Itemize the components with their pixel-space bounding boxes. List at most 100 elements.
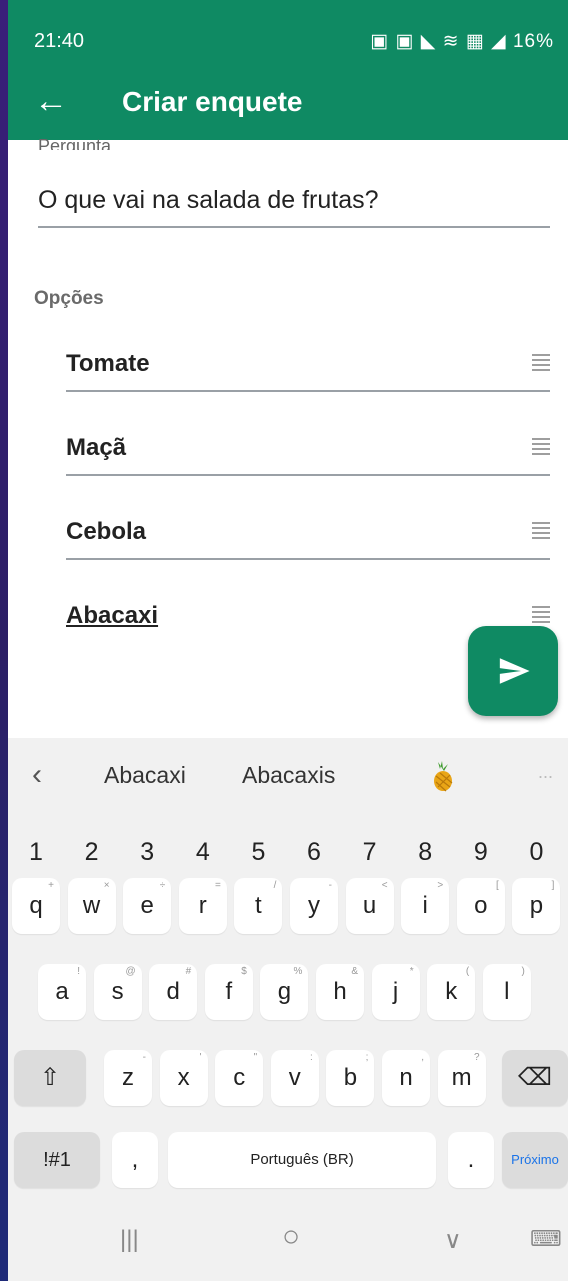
- option-row[interactable]: Cebola: [66, 508, 550, 568]
- letter-key[interactable]: r =: [178, 878, 227, 934]
- question-label: Pergunta: [38, 136, 112, 150]
- option-row[interactable]: Tomate: [66, 340, 550, 400]
- number-key[interactable]: 8: [401, 824, 449, 880]
- suggestion-bar: ‹ Abacaxi Abacaxis ...: [8, 738, 568, 812]
- pineapple-emoji-icon[interactable]: [426, 760, 454, 792]
- option-input[interactable]: Abacaxi: [66, 602, 158, 630]
- letter-key[interactable]: q +: [12, 878, 60, 934]
- letter-key[interactable]: a!: [38, 964, 86, 1020]
- letter-key[interactable]: f $: [204, 964, 253, 1020]
- number-key[interactable]: 5: [234, 824, 282, 880]
- key-hint: /: [273, 880, 277, 891]
- key-hint: <: [381, 880, 388, 891]
- letter-key[interactable]: h &: [316, 964, 364, 1020]
- key-label: f: [225, 978, 233, 1005]
- key-label: b: [343, 1064, 358, 1091]
- suggestion-item[interactable]: Abacaxi: [104, 762, 186, 789]
- options-label: Opções: [34, 288, 104, 309]
- letter-key[interactable]: j *: [371, 964, 420, 1020]
- letter-key[interactable]: z-: [104, 1050, 152, 1106]
- key-label: n: [399, 1064, 413, 1091]
- key-hint: ?: [474, 1052, 480, 1063]
- key-label: 8: [418, 838, 433, 866]
- key-label: w: [82, 892, 101, 919]
- number-key[interactable]: 1: [12, 824, 60, 880]
- key-label: k: [445, 978, 458, 1005]
- option-input[interactable]: Cebola: [66, 518, 146, 546]
- letter-key[interactable]: d #: [149, 964, 198, 1020]
- key-label: h: [333, 978, 347, 1005]
- home-icon[interactable]: ○: [282, 1220, 300, 1254]
- shift-key[interactable]: ⇧: [14, 1050, 86, 1106]
- letter-key[interactable]: e ÷: [123, 878, 172, 934]
- number-key[interactable]: 3: [123, 824, 171, 880]
- letter-key[interactable]: p]: [512, 878, 561, 934]
- key-hint: ×: [103, 880, 110, 891]
- letter-key[interactable]: x ': [159, 1050, 208, 1106]
- number-key[interactable]: 7: [346, 824, 394, 880]
- key-hint: ): [521, 966, 525, 977]
- key-hint: >: [437, 880, 444, 891]
- drag-handle-icon[interactable]: [532, 606, 550, 623]
- drag-handle-icon[interactable]: [532, 354, 550, 371]
- status-time: 21:40: [34, 30, 85, 52]
- key-hint: ': [199, 1052, 202, 1063]
- letter-key[interactable]: l): [482, 964, 531, 1020]
- key-hint: ,: [421, 1052, 424, 1063]
- letter-key[interactable]: c ": [215, 1050, 264, 1106]
- chevron-left-icon[interactable]: ‹: [32, 758, 42, 792]
- option-input[interactable]: Maçã: [66, 434, 126, 462]
- letter-key[interactable]: u <: [345, 878, 394, 934]
- key-hint: [: [496, 880, 499, 891]
- navigation-bar: ||| ○ ∨ ⌨: [8, 1200, 568, 1281]
- letter-key[interactable]: s @: [93, 964, 142, 1020]
- drag-handle-icon[interactable]: [532, 522, 550, 539]
- key-hint: :: [310, 1052, 313, 1063]
- send-button[interactable]: [468, 626, 558, 716]
- letter-key[interactable]: o[: [456, 878, 505, 934]
- question-input[interactable]: O que vai na salada de frutas?: [38, 186, 379, 215]
- letter-key[interactable]: w ×: [67, 878, 116, 934]
- letter-key[interactable]: g%: [260, 964, 309, 1020]
- suggestion-item[interactable]: Abacaxis: [242, 762, 335, 789]
- keyboard-hide-icon[interactable]: ⌨: [530, 1226, 562, 1252]
- number-key[interactable]: 0: [512, 824, 560, 880]
- number-key[interactable]: 4: [179, 824, 227, 880]
- recent-apps-icon[interactable]: |||: [120, 1226, 139, 1254]
- number-key[interactable]: 2: [68, 824, 116, 880]
- key-label: l: [504, 978, 510, 1005]
- key-hint: *: [409, 966, 414, 977]
- more-suggestions-icon[interactable]: ...: [538, 762, 553, 783]
- letter-key[interactable]: b;: [326, 1050, 375, 1106]
- letter-key[interactable]: n,: [382, 1050, 430, 1106]
- option-input[interactable]: Tomate: [66, 350, 150, 378]
- shift-icon: ⇧: [39, 1064, 61, 1091]
- letter-key[interactable]: k(: [427, 964, 476, 1020]
- number-key[interactable]: 6: [290, 824, 338, 880]
- key-hint: -: [142, 1052, 146, 1063]
- key-hint: #: [185, 966, 192, 977]
- key-label: d: [166, 978, 180, 1005]
- back-arrow-icon[interactable]: ←: [34, 84, 68, 118]
- comma-key[interactable]: ,: [112, 1132, 158, 1188]
- back-nav-icon[interactable]: ∨: [444, 1226, 462, 1255]
- symbols-key[interactable]: !#1: [14, 1132, 100, 1188]
- key-label: s: [111, 978, 124, 1005]
- number-key[interactable]: 9: [457, 824, 505, 880]
- letter-key[interactable]: i >: [401, 878, 450, 934]
- page-title: Criar enquete: [122, 86, 303, 117]
- key-hint: $: [241, 966, 247, 977]
- letter-key[interactable]: y-: [290, 878, 338, 934]
- key-hint: -: [328, 880, 332, 891]
- letter-key[interactable]: v:: [270, 1050, 319, 1106]
- space-key[interactable]: Português (BR): [168, 1132, 436, 1188]
- drag-handle-icon[interactable]: [532, 438, 550, 455]
- key-label: p: [529, 892, 544, 919]
- key-hint: &: [351, 966, 358, 977]
- next-key[interactable]: Próximo: [502, 1132, 568, 1188]
- backspace-key[interactable]: ⌫: [502, 1050, 568, 1106]
- option-row[interactable]: Maçã: [66, 424, 550, 484]
- letter-key[interactable]: m?: [437, 1050, 486, 1106]
- period-key[interactable]: .: [448, 1132, 494, 1188]
- letter-key[interactable]: t /: [234, 878, 283, 934]
